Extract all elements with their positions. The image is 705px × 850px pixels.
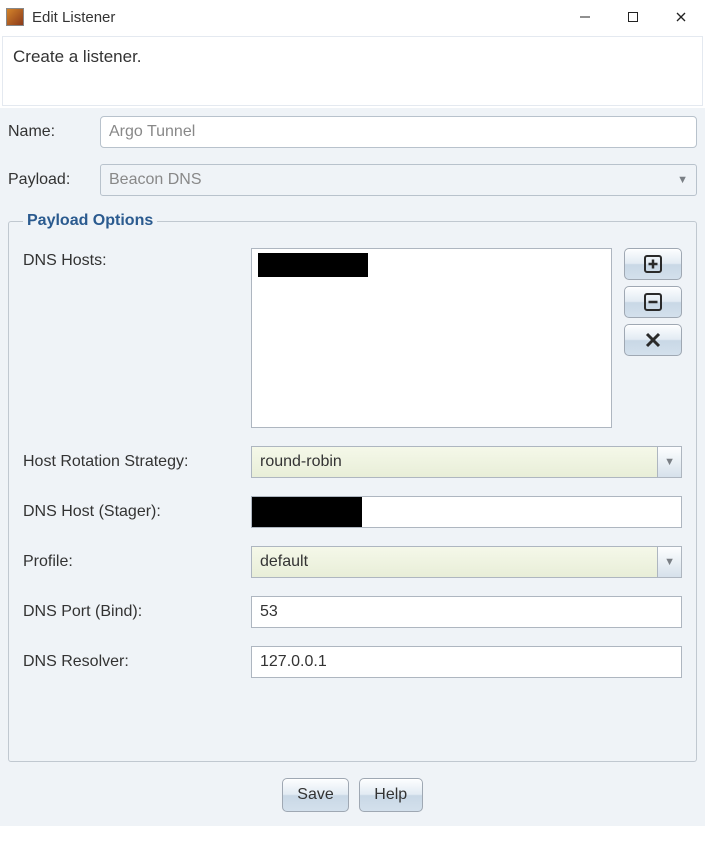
titlebar: Edit Listener [0, 0, 705, 34]
dns-hosts-list[interactable] [251, 248, 612, 428]
maximize-icon [627, 11, 639, 23]
close-icon [675, 11, 687, 23]
remove-host-button[interactable] [624, 286, 682, 318]
chevron-down-icon: ▼ [657, 447, 681, 477]
payload-options-legend: Payload Options [23, 212, 157, 230]
x-icon [644, 331, 662, 349]
dns-port-label: DNS Port (Bind): [23, 603, 251, 621]
chevron-down-icon: ▼ [657, 547, 681, 577]
dns-resolver-label: DNS Resolver: [23, 653, 251, 671]
close-button[interactable] [657, 0, 705, 34]
dns-host-stager-redacted [252, 497, 362, 527]
payload-options-fieldset: Payload Options DNS Hosts: Host Rotation… [8, 212, 697, 762]
profile-combo[interactable]: default ▼ [251, 546, 682, 578]
minimize-button[interactable] [561, 0, 609, 34]
minus-icon [644, 293, 662, 311]
payload-value: Beacon DNS [109, 171, 202, 189]
profile-value: default [260, 553, 308, 571]
minimize-icon [579, 11, 591, 23]
app-icon [6, 8, 24, 26]
window-controls [561, 0, 705, 34]
name-label: Name: [8, 123, 100, 141]
clear-hosts-button[interactable] [624, 324, 682, 356]
description-text: Create a listener. [2, 36, 703, 106]
chevron-down-icon: ▼ [677, 174, 688, 186]
plus-icon [644, 255, 662, 273]
host-rotation-value: round-robin [260, 453, 342, 471]
payload-label: Payload: [8, 171, 100, 189]
name-input[interactable] [100, 116, 697, 148]
host-rotation-label: Host Rotation Strategy: [23, 453, 251, 471]
save-button[interactable]: Save [282, 778, 348, 812]
add-host-button[interactable] [624, 248, 682, 280]
footer-buttons: Save Help [0, 764, 705, 826]
dns-host-item-redacted[interactable] [258, 253, 368, 277]
window-title: Edit Listener [32, 9, 561, 26]
host-rotation-combo[interactable]: round-robin ▼ [251, 446, 682, 478]
payload-combo[interactable]: Beacon DNS ▼ [100, 164, 697, 196]
dns-host-stager-label: DNS Host (Stager): [23, 503, 251, 521]
options-grid: DNS Hosts: Host Rotation Strategy: round… [23, 248, 682, 678]
dns-host-button-column [624, 248, 682, 356]
form-area: Name: Payload: Beacon DNS ▼ Payload Opti… [0, 108, 705, 764]
dns-hosts-label: DNS Hosts: [23, 248, 251, 270]
help-button[interactable]: Help [359, 778, 423, 812]
dns-host-stager-input[interactable] [251, 496, 682, 528]
profile-label: Profile: [23, 553, 251, 571]
dns-resolver-input[interactable] [251, 646, 682, 678]
payload-row: Payload: Beacon DNS ▼ [8, 164, 697, 196]
maximize-button[interactable] [609, 0, 657, 34]
name-row: Name: [8, 116, 697, 148]
dns-port-input[interactable] [251, 596, 682, 628]
